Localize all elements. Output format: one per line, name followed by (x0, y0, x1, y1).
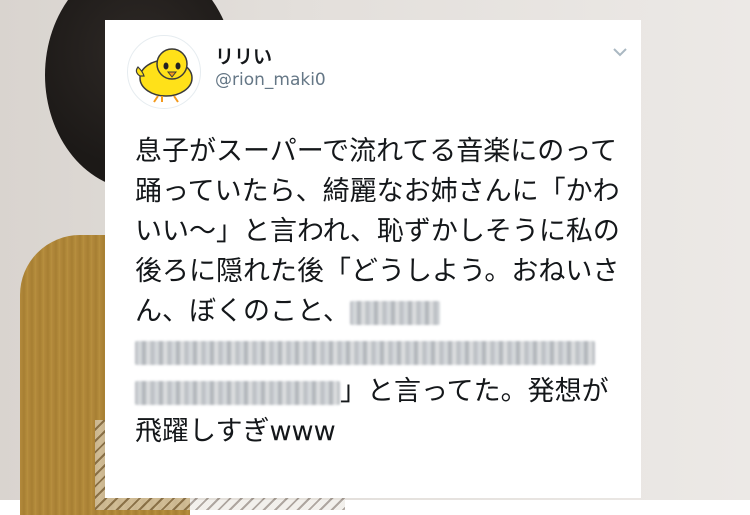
tweet-card: リリい @rion_maki0 息子がスーパーで流れてる音楽にのって踊っていたら… (105, 20, 641, 498)
chevron-down-icon[interactable] (611, 44, 629, 58)
yellow-chick-avatar-icon[interactable] (127, 35, 201, 109)
redacted-text-block-1 (349, 300, 440, 325)
tweet-text: 息子がスーパーで流れてる音楽にのって踊っていたら、綺麗なお姉さんに「かわいい〜」… (135, 132, 635, 452)
tweet-text-part-1: 息子がスーパーで流れてる音楽にのって踊っていたら、綺麗なお姉さんに「かわいい〜」… (135, 136, 620, 327)
display-name[interactable]: リリい (215, 42, 272, 69)
user-handle[interactable]: @rion_maki0 (215, 70, 326, 90)
redacted-text-block-3 (135, 380, 340, 405)
redacted-text-block-2 (135, 340, 595, 365)
